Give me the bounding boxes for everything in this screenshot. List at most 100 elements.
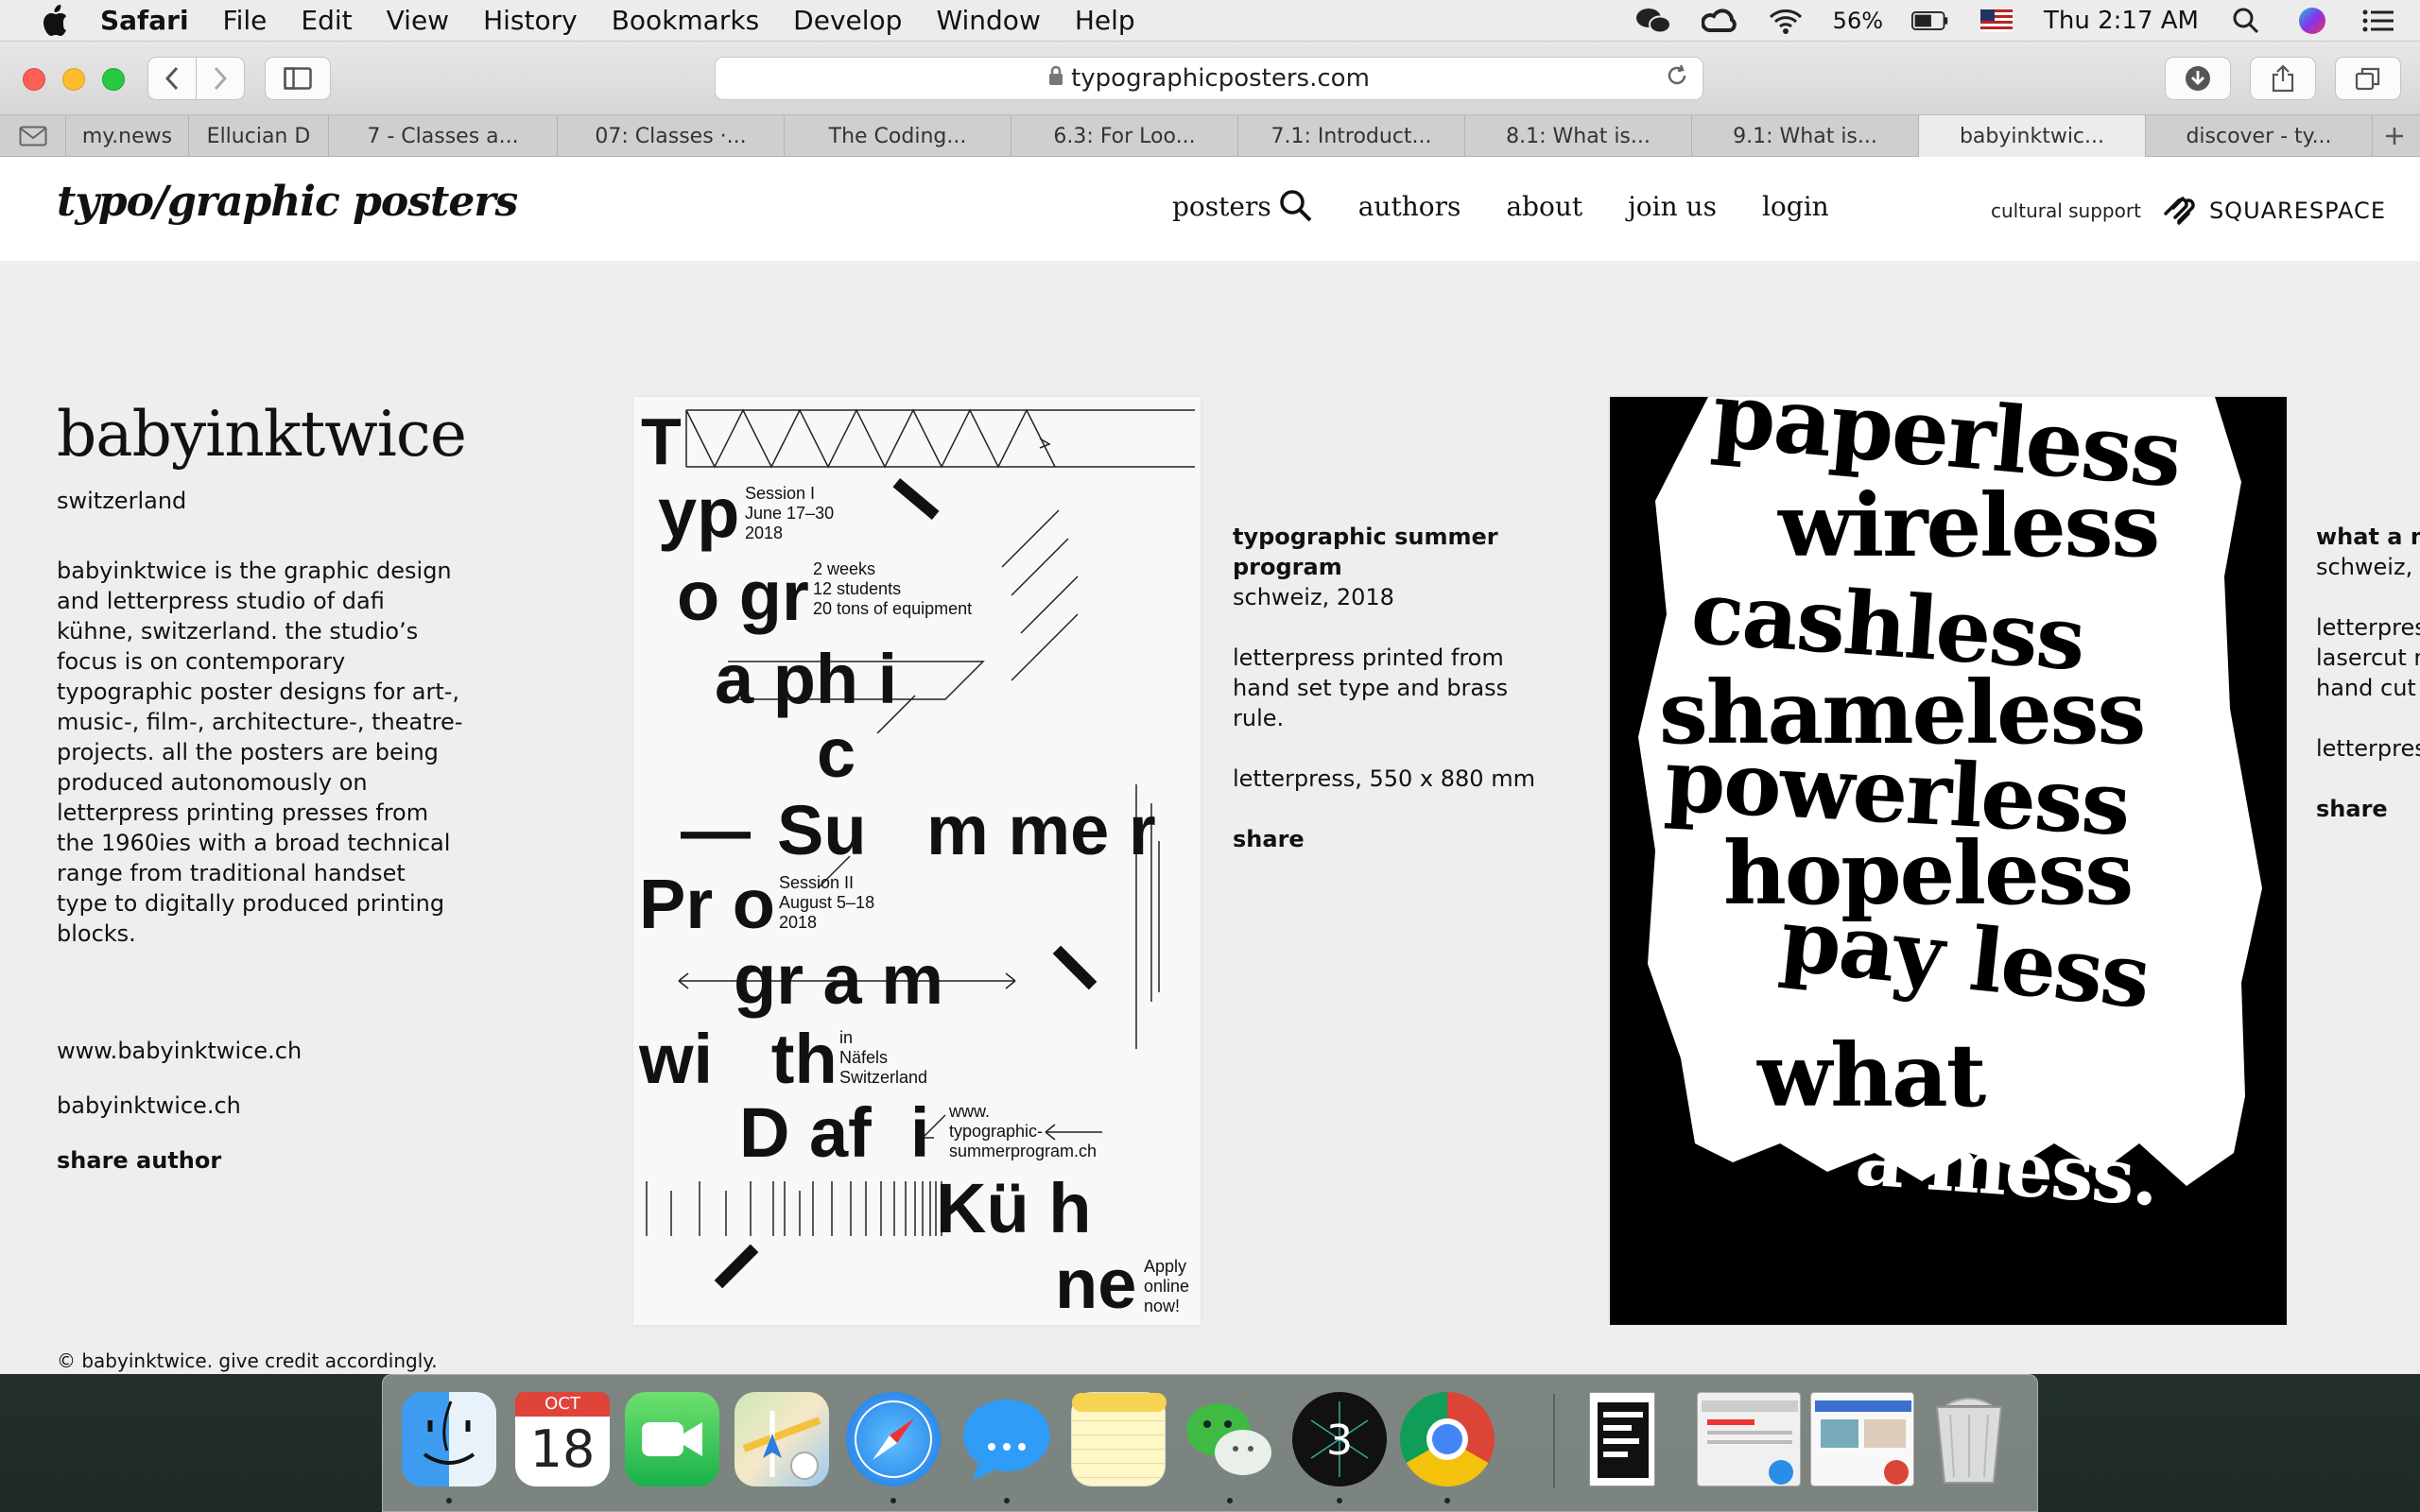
search-icon[interactable] [1279, 189, 1313, 223]
dock-document[interactable] [1589, 1392, 1655, 1486]
menu-view[interactable]: View [387, 5, 449, 36]
dock-trash[interactable] [1929, 1392, 2009, 1486]
copyright: © babyinktwice. give credit accordingly. [57, 1349, 438, 1372]
dock-safari[interactable] [846, 1392, 941, 1486]
tab-coding[interactable]: The Coding... [785, 115, 1011, 157]
back-button[interactable] [147, 57, 197, 100]
dock-chrome[interactable] [1400, 1392, 1495, 1486]
creative-cloud-icon[interactable] [1701, 7, 1738, 35]
forward-button[interactable] [196, 57, 245, 100]
poster1-title[interactable]: typographic summer program [1233, 522, 1535, 582]
nav-posters-label: posters [1172, 190, 1271, 222]
dock-facetime[interactable] [625, 1392, 719, 1486]
notes-icon [1072, 1393, 1167, 1412]
tab-what-is-8[interactable]: 8.1: What is... [1465, 115, 1692, 157]
dock-notes[interactable] [1071, 1392, 1167, 1486]
dock-running-indicator [890, 1498, 896, 1503]
maps-icon [742, 1411, 821, 1480]
poster1-info: typographic summer program schweiz, 2018… [1233, 522, 1535, 854]
dock-maps[interactable] [735, 1392, 829, 1486]
dock-calendar[interactable]: OCT 18 [515, 1392, 610, 1486]
site-header: typo/graphic posters posters authors abo… [0, 157, 2420, 261]
author-country: switzerland [57, 488, 187, 514]
poster1-word-kuh: Kü h [936, 1169, 1092, 1247]
nav-posters[interactable]: posters [1172, 189, 1313, 223]
tab-babyinktwice-active[interactable]: babyinktwic... [1919, 115, 2146, 157]
wechat-icon [1186, 1403, 1271, 1475]
siri-icon[interactable] [2293, 7, 2331, 35]
address-bar[interactable]: typographicposters.com [715, 57, 1703, 100]
tab-what-is-9[interactable]: 9.1: What is... [1692, 115, 1919, 157]
svg-text:3: 3 [1326, 1417, 1353, 1465]
poster-what-a-mess[interactable]: paperless wireless cashless shameless po… [1610, 397, 2287, 1325]
menu-help[interactable]: Help [1075, 5, 1135, 36]
poster1-word-mmer: m me r [926, 791, 1156, 869]
menu-app-name[interactable]: Safari [100, 5, 189, 36]
poster2-share-link[interactable]: share [2316, 794, 2420, 824]
squarespace-link[interactable]: SQUARESPACE [2162, 195, 2386, 227]
share-author-link[interactable]: share author [57, 1147, 463, 1174]
tab-my-news[interactable]: my.news [66, 115, 189, 157]
wechat-status-icon[interactable] [1634, 7, 1672, 35]
author-website-link-2[interactable]: babyinktwice.ch [57, 1092, 463, 1119]
cultural-support-label: cultural support [1991, 199, 2141, 222]
tab-classes-07[interactable]: 07: Classes ·... [558, 115, 785, 157]
menu-edit[interactable]: Edit [301, 5, 352, 36]
share-button[interactable] [2250, 57, 2316, 100]
download-icon [2186, 66, 2210, 91]
nav-authors[interactable]: authors [1358, 189, 1461, 223]
poster1-dash: — [681, 791, 751, 869]
menu-develop[interactable]: Develop [793, 5, 902, 36]
spotlight-search-icon[interactable] [2227, 7, 2265, 35]
dock-wechat[interactable] [1183, 1392, 1277, 1486]
nav-login[interactable]: login [1762, 189, 1829, 223]
notification-center-icon[interactable] [2360, 7, 2397, 35]
flag-us-icon[interactable] [1978, 7, 2015, 35]
poster1-word-with: wi th [639, 1020, 838, 1098]
poster1-word-su: Su [777, 791, 867, 869]
dock-running-indicator [1337, 1498, 1342, 1503]
poster2-title[interactable]: what a me [2316, 522, 2420, 552]
nav-about[interactable]: about [1506, 189, 1582, 223]
show-all-tabs-button[interactable] [2335, 57, 2401, 100]
poster-typographic-summer-program[interactable]: T yp o gr a ph i c — Su m me r Pr o gr a… [633, 397, 1201, 1325]
menu-bar: Safari File Edit View History Bookmarks … [0, 0, 2420, 42]
downloads-button[interactable] [2165, 57, 2231, 100]
wifi-icon[interactable] [1767, 7, 1805, 35]
nav-join-us[interactable]: join us [1628, 189, 1717, 223]
sidebar-toggle-button[interactable] [265, 57, 331, 100]
dock-safari-window[interactable] [1697, 1392, 1801, 1486]
safari-window: typographicposters.com my.news Ellucian … [0, 42, 2420, 1374]
tab-for-loops[interactable]: 6.3: For Loo... [1011, 115, 1238, 157]
tab-introduction[interactable]: 7.1: Introduct... [1238, 115, 1465, 157]
menu-bookmarks[interactable]: Bookmarks [612, 5, 759, 36]
menu-file[interactable]: File [223, 5, 268, 36]
close-window-button[interactable] [23, 68, 45, 91]
tab-ellucian[interactable]: Ellucian D [189, 115, 329, 157]
poster1-word-ogr: o gr [677, 557, 809, 635]
mail-icon [19, 126, 46, 146]
minimize-window-button[interactable] [62, 68, 85, 91]
poster1-place-year: schweiz, 2018 [1233, 584, 1394, 610]
clock[interactable]: Thu 2:17 AM [2044, 7, 2199, 35]
reload-icon[interactable] [1665, 63, 1689, 94]
messages-icon [963, 1400, 1050, 1481]
dock-finder[interactable] [402, 1392, 496, 1486]
dock-processing[interactable]: 3 [1292, 1392, 1387, 1486]
pinned-tab-mail[interactable] [0, 115, 66, 157]
zoom-window-button[interactable] [102, 68, 125, 91]
poster1-share-link[interactable]: share [1233, 824, 1535, 854]
tab-classes-7[interactable]: 7 - Classes a... [329, 115, 558, 157]
window-thumbnail-icon [1815, 1400, 1911, 1485]
author-website-link[interactable]: www.babyinktwice.ch [57, 1038, 463, 1064]
dock-chrome-window[interactable] [1810, 1392, 1914, 1486]
dock: OCT 18 3 [382, 1374, 2038, 1512]
tab-discover[interactable]: discover - ty... [2146, 115, 2373, 157]
menu-history[interactable]: History [483, 5, 578, 36]
battery-icon[interactable] [1911, 7, 1949, 35]
menu-window[interactable]: Window [936, 5, 1040, 36]
dock-messages[interactable] [959, 1392, 1054, 1486]
apple-icon[interactable] [38, 4, 72, 38]
new-tab-button[interactable] [2373, 115, 2416, 157]
site-logo[interactable]: typo/graphic posters [57, 178, 518, 226]
